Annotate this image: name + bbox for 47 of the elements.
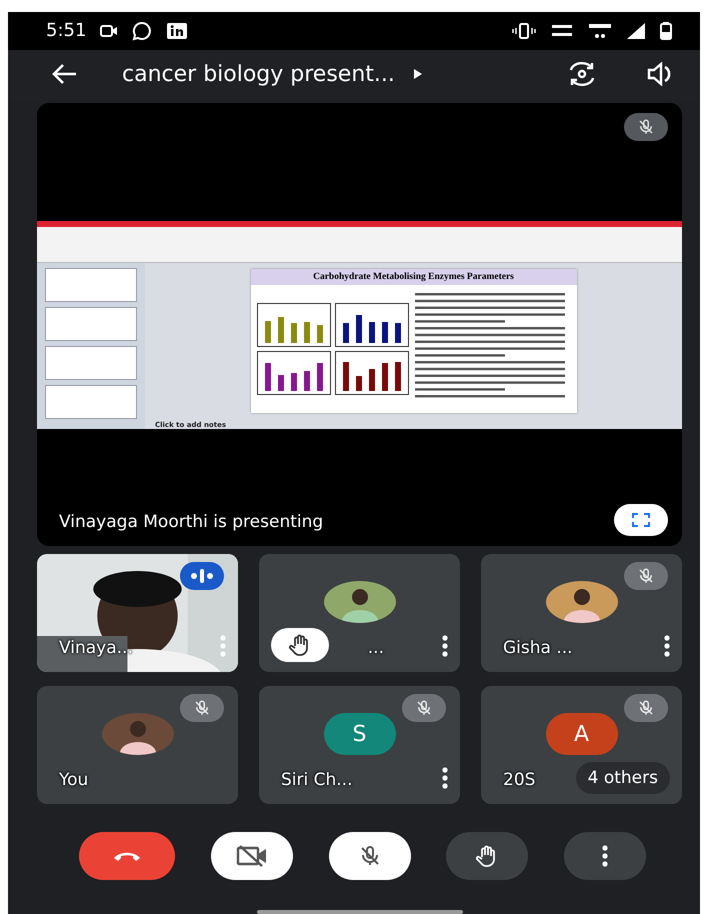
participant-name: ...: [368, 638, 384, 658]
avatar-initial: A: [546, 713, 618, 755]
participant-tile[interactable]: Gisha ...: [481, 554, 682, 672]
mic-off-icon: [637, 699, 655, 717]
more-icon: [220, 635, 226, 657]
participant-name: You: [59, 770, 88, 790]
camera-off-icon: [236, 844, 268, 868]
more-icon: [442, 767, 448, 789]
hang-up-icon: [112, 850, 142, 862]
vibrate-icon: [512, 22, 536, 39]
back-button[interactable]: [52, 63, 78, 86]
participant-tile[interactable]: A 20S 4 others: [481, 686, 682, 804]
raise-hand-button[interactable]: [446, 832, 528, 880]
microphone-button[interactable]: [328, 832, 410, 880]
back-arrow-icon: [52, 63, 78, 86]
more-icon: [602, 845, 608, 867]
clock: 5:51: [46, 20, 86, 42]
mic-off-icon: [193, 699, 211, 717]
mic-off-icon: [415, 699, 433, 717]
mic-off-icon: [637, 118, 655, 136]
more-icon: [442, 635, 448, 657]
camera-button[interactable]: [210, 832, 293, 880]
participant-tile[interactable]: S Siri Ch...: [259, 686, 460, 804]
participant-name: Vinaya...: [59, 638, 133, 658]
caret-icon[interactable]: [412, 68, 423, 80]
chat-bubble-icon: [132, 20, 152, 41]
signal-icon: [626, 22, 646, 40]
battery-icon: [660, 22, 672, 40]
participant-tile[interactable]: You: [37, 686, 238, 804]
linkedin-icon: [166, 22, 188, 40]
avatar-initial: S: [324, 713, 396, 755]
participant-name: Gisha ...: [503, 638, 573, 658]
participant-tile[interactable]: ...: [259, 554, 460, 672]
more-icon: [664, 635, 670, 657]
audio-level-icon: [191, 569, 213, 583]
fullscreen-icon: [632, 513, 650, 527]
video-camera-icon: [100, 24, 118, 38]
others-count[interactable]: 4 others: [576, 762, 670, 794]
mic-off-icon: [637, 567, 655, 585]
participant-name: Siri Ch...: [281, 770, 352, 790]
fullscreen-button[interactable]: [614, 504, 668, 536]
presenter-label: Vinayaga Moorthi is presenting: [59, 512, 324, 532]
end-call-button[interactable]: [79, 832, 175, 880]
meeting-title[interactable]: cancer biology present...: [122, 62, 395, 87]
slide-title: Carbohydrate Metabolising Enzymes Parameters: [250, 268, 576, 284]
participant-name: 20S: [503, 770, 536, 790]
participant-tile[interactable]: Vinaya...: [37, 554, 238, 672]
